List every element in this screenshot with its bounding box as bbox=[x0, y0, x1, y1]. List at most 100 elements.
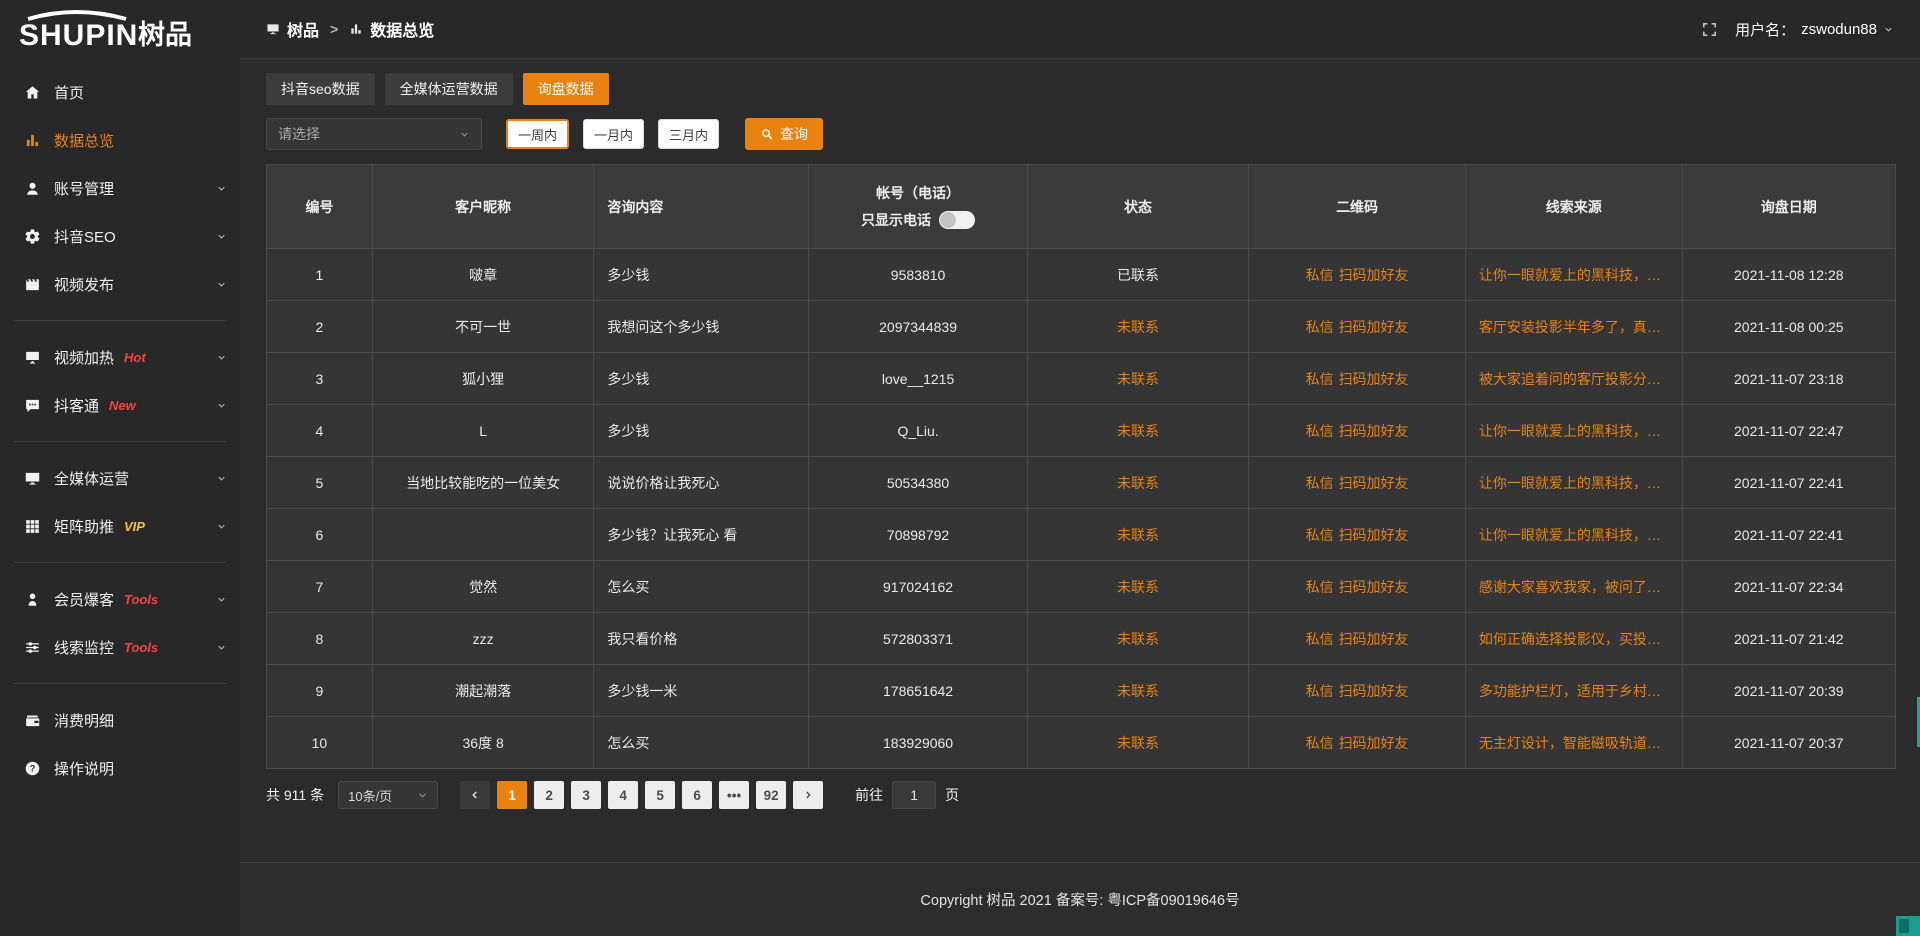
account-cell: 50534380 bbox=[809, 457, 1027, 509]
page-size-select[interactable]: 10条/页 bbox=[338, 781, 438, 809]
pages-ellipsis[interactable]: ••• bbox=[719, 781, 749, 809]
query-button[interactable]: 查询 bbox=[745, 118, 823, 150]
tab-1[interactable]: 抖音seo数据 bbox=[266, 73, 375, 105]
status-cell: 未联系 bbox=[1027, 405, 1249, 457]
scan-add-friend-link[interactable]: 扫码加好友 bbox=[1339, 371, 1409, 387]
scan-add-friend-link[interactable]: 扫码加好友 bbox=[1339, 683, 1409, 699]
date-cell: 2021-11-07 22:47 bbox=[1682, 405, 1895, 457]
sidebar-item-3[interactable]: 账号管理 bbox=[0, 164, 240, 212]
sidebar-item-6[interactable]: 视频加热 Hot bbox=[0, 333, 240, 381]
fullscreen-icon[interactable] bbox=[1701, 21, 1718, 38]
account-cell: 178651642 bbox=[809, 665, 1027, 717]
sidebar-item-13[interactable]: ?操作说明 bbox=[0, 744, 240, 792]
range-button-3[interactable]: 三月内 bbox=[658, 119, 719, 149]
sidebar-item-label: 视频加热 bbox=[54, 347, 114, 368]
breadcrumb-item-2[interactable]: 数据总览 bbox=[349, 17, 434, 41]
page-button-3[interactable]: 3 bbox=[571, 781, 601, 809]
source-link[interactable]: 多功能护栏灯，适用于乡村文... bbox=[1465, 665, 1682, 717]
tab-2[interactable]: 全媒体运营数据 bbox=[385, 73, 513, 105]
scan-add-friend-link[interactable]: 扫码加好友 bbox=[1339, 319, 1409, 335]
page-button-6[interactable]: 6 bbox=[682, 781, 712, 809]
goto-page-input[interactable]: 1 bbox=[892, 781, 936, 809]
private-message-link[interactable]: 私信 bbox=[1306, 423, 1334, 439]
prev-page-button[interactable] bbox=[460, 781, 490, 809]
sidebar-item-9[interactable]: 矩阵助推VIP bbox=[0, 502, 240, 550]
sidebar-item-label: 会员爆客 bbox=[54, 589, 114, 610]
sidebar-item-12[interactable]: 消费明细 bbox=[0, 696, 240, 744]
scan-add-friend-link[interactable]: 扫码加好友 bbox=[1339, 527, 1409, 543]
sidebar-item-badge: Hot bbox=[124, 350, 146, 365]
scan-add-friend-link[interactable]: 扫码加好友 bbox=[1339, 735, 1409, 751]
scan-add-friend-link[interactable]: 扫码加好友 bbox=[1339, 423, 1409, 439]
page-button-4[interactable]: 4 bbox=[608, 781, 638, 809]
private-message-link[interactable]: 私信 bbox=[1306, 735, 1334, 751]
inquiry-table: 编号客户昵称咨询内容帐号（电话）只显示电话状态二维码线索来源询盘日期 1啵章多少… bbox=[266, 164, 1896, 769]
account-cell: love__1215 bbox=[809, 353, 1027, 405]
range-button-2[interactable]: 一月内 bbox=[583, 119, 644, 149]
range-button-1[interactable]: 一周内 bbox=[506, 119, 569, 149]
range-buttons: 一周内一月内三月内 bbox=[506, 119, 733, 149]
scan-add-friend-link[interactable]: 扫码加好友 bbox=[1339, 267, 1409, 283]
filter-select[interactable]: 请选择 bbox=[266, 118, 482, 150]
pagination: 共 911 条 10条/页 123456•••92 bbox=[266, 781, 1896, 809]
edge-artifact-corner bbox=[1896, 916, 1920, 936]
table-row: 1啵章多少钱9583810已联系私信扫码加好友让你一眼就爱上的黑科技，能...2… bbox=[267, 249, 1896, 301]
source-link[interactable]: 客厅安装投影半年多了，真实... bbox=[1465, 301, 1682, 353]
sidebar-item-2[interactable]: 数据总览 bbox=[0, 116, 240, 164]
private-message-link[interactable]: 私信 bbox=[1306, 267, 1334, 283]
page-button-2[interactable]: 2 bbox=[534, 781, 564, 809]
table-row: 4L多少钱Q_Liu.未联系私信扫码加好友让你一眼就爱上的黑科技，能...202… bbox=[267, 405, 1896, 457]
content-cell: 怎么买 bbox=[594, 561, 809, 613]
scan-add-friend-link[interactable]: 扫码加好友 bbox=[1339, 631, 1409, 647]
date-cell: 2021-11-08 12:28 bbox=[1682, 249, 1895, 301]
sidebar-item-4[interactable]: 抖音SEO bbox=[0, 212, 240, 260]
sidebar-item-8[interactable]: 全媒体运营 bbox=[0, 454, 240, 502]
sidebar-item-label: 线索监控 bbox=[54, 637, 114, 658]
scan-add-friend-link[interactable]: 扫码加好友 bbox=[1339, 475, 1409, 491]
private-message-link[interactable]: 私信 bbox=[1306, 631, 1334, 647]
scan-add-friend-link[interactable]: 扫码加好友 bbox=[1339, 579, 1409, 595]
source-link[interactable]: 让你一眼就爱上的黑科技，能... bbox=[1465, 457, 1682, 509]
private-message-link[interactable]: 私信 bbox=[1306, 319, 1334, 335]
sidebar-item-7[interactable]: 抖客通New bbox=[0, 381, 240, 429]
date-cell: 2021-11-08 00:25 bbox=[1682, 301, 1895, 353]
page-button-92[interactable]: 92 bbox=[756, 781, 786, 809]
user-menu[interactable]: 用户名：zswodun88 bbox=[1735, 19, 1894, 40]
source-link[interactable]: 无主灯设计，智能磁吸轨道灯... bbox=[1465, 717, 1682, 769]
private-message-link[interactable]: 私信 bbox=[1306, 683, 1334, 699]
source-link[interactable]: 如何正确选择投影仪，买投影... bbox=[1465, 613, 1682, 665]
phone-only-toggle[interactable] bbox=[939, 211, 975, 229]
sidebar-item-1[interactable]: 首页 bbox=[0, 68, 240, 116]
source-link[interactable]: 让你一眼就爱上的黑科技，能... bbox=[1465, 249, 1682, 301]
tab-3[interactable]: 询盘数据 bbox=[523, 73, 609, 105]
sidebar-item-label: 矩阵助推 bbox=[54, 516, 114, 537]
private-message-link[interactable]: 私信 bbox=[1306, 475, 1334, 491]
date-cell: 2021-11-07 20:37 bbox=[1682, 717, 1895, 769]
date-cell: 2021-11-07 23:18 bbox=[1682, 353, 1895, 405]
private-message-link[interactable]: 私信 bbox=[1306, 527, 1334, 543]
next-page-button[interactable] bbox=[793, 781, 823, 809]
sidebar: SHUPIN树品 首页数据总览账号管理抖音SEO视频发布视频加热 Hot 抖客通Ne… bbox=[0, 0, 240, 936]
sidebar-item-10[interactable]: 会员爆客Tools bbox=[0, 575, 240, 623]
source-link[interactable]: 让你一眼就爱上的黑科技，能... bbox=[1465, 405, 1682, 457]
date-cell: 2021-11-07 21:42 bbox=[1682, 613, 1895, 665]
page-button-5[interactable]: 5 bbox=[645, 781, 675, 809]
chevron-down-icon bbox=[216, 231, 227, 242]
source-link[interactable]: 让你一眼就爱上的黑科技，能... bbox=[1465, 509, 1682, 561]
sidebar-item-5[interactable]: 视频发布 bbox=[0, 260, 240, 308]
sidebar-item-11[interactable]: 线索监控Tools bbox=[0, 623, 240, 671]
help-icon: ? bbox=[24, 760, 41, 777]
private-message-link[interactable]: 私信 bbox=[1306, 371, 1334, 387]
breadcrumb-item-1[interactable]: 树品 bbox=[266, 17, 319, 41]
page-button-1[interactable]: 1 bbox=[497, 781, 527, 809]
sliders-icon bbox=[24, 639, 41, 656]
nickname-cell: 狐小狸 bbox=[372, 353, 594, 405]
column-header-8: 询盘日期 bbox=[1682, 165, 1895, 249]
row-id: 3 bbox=[267, 353, 373, 405]
chevron-down-icon bbox=[216, 183, 227, 194]
private-message-link[interactable]: 私信 bbox=[1306, 579, 1334, 595]
source-link[interactable]: 感谢大家喜欢我家，被问了好... bbox=[1465, 561, 1682, 613]
source-link[interactable]: 被大家追着问的客厅投影分享... bbox=[1465, 353, 1682, 405]
shupin-logo-mark: SHUPIN树品 bbox=[14, 6, 219, 52]
copyright-text: Copyright 树品 2021 备案号: 粤ICP备09019646号 bbox=[920, 889, 1239, 910]
